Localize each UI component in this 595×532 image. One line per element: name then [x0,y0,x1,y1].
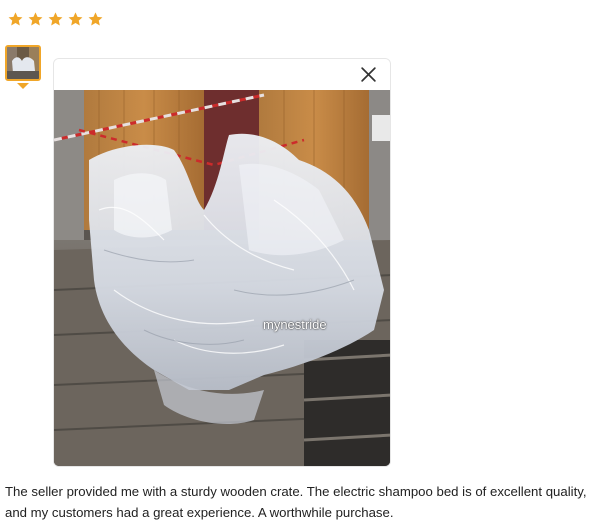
thumbnail-selected-caret [17,83,29,89]
star-icon [8,12,23,26]
star-icon [28,12,43,26]
star-icon [48,12,63,26]
star-icon [68,12,83,26]
star-icon [88,12,103,26]
close-icon[interactable] [360,66,377,83]
review-text: The seller provided me with a sturdy woo… [5,484,587,520]
review-photo-thumbnail[interactable] [5,45,41,81]
thumbnail-image [7,47,39,79]
photo-watermark: mynestride [263,317,327,332]
photo-viewer: mynestride [53,58,391,467]
review-photo [54,90,390,466]
viewer-header [54,59,390,90]
review-card: mynestride The seller provided me with a… [0,0,595,532]
star-rating [7,11,104,29]
